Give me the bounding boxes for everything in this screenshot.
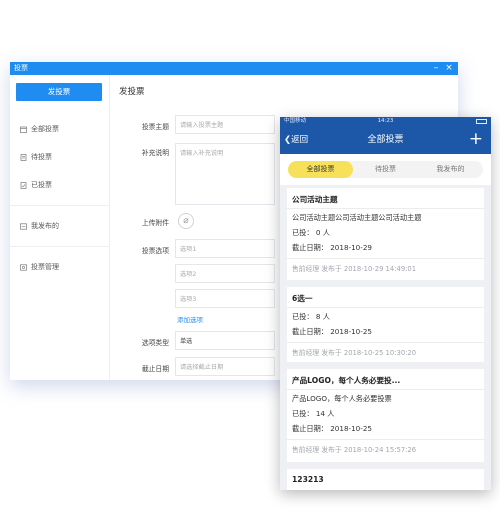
sidebar-item-label: 待投票: [31, 153, 52, 161]
page-title: 全部投票: [367, 135, 404, 145]
sidebar: 发投票 全部投票 待投票 已投票 我发布的 投票管理: [10, 75, 110, 380]
option-type-label: 选项类型: [141, 339, 169, 347]
tab-pending[interactable]: 待投票: [353, 161, 418, 178]
sidebar-item-voted[interactable]: 已投票: [10, 171, 109, 199]
sidebar-item-label: 已投票: [31, 181, 52, 189]
vote-description: 公司活动主题公司活动主题公司活动主题: [292, 213, 422, 222]
vote-title: 123213: [292, 475, 324, 484]
vote-card[interactable]: 产品LOGO，每个人务必要投... 产品LOGO，每个人务必要投票 已投： 14…: [287, 369, 484, 462]
check-doc-icon: [20, 181, 27, 189]
sidebar-item-label: 全部投票: [31, 125, 59, 133]
add-option-link[interactable]: 添加选项: [177, 314, 203, 324]
nav-bar: ❮返回 全部投票 +: [280, 126, 491, 154]
tab-bar: 全部投票 待投票 我发布的: [280, 154, 491, 185]
deadline: 截止日期： 2018-10-29: [292, 243, 372, 252]
option-input-1[interactable]: 选项1: [175, 239, 275, 258]
add-vote-icon[interactable]: +: [469, 126, 483, 152]
sidebar-item-label: 我发布的: [31, 222, 59, 230]
subject-input[interactable]: 请输入投票主题: [175, 115, 275, 134]
divider: [287, 439, 484, 440]
sidebar-item-my-published[interactable]: 我发布的: [10, 212, 109, 240]
divider: [287, 389, 484, 390]
vote-card[interactable]: 123213: [287, 469, 484, 490]
options-label: 投票选项: [141, 247, 169, 255]
publish-info: 售前经理 发布于 2018-10-29 14:49:01: [292, 265, 417, 273]
vote-title: 6选一: [292, 294, 313, 303]
voted-count: 已投： 14 人: [292, 409, 335, 418]
minimize-icon[interactable]: –: [430, 62, 442, 75]
vote-description: 产品LOGO，每个人务必要投票: [292, 394, 392, 403]
divider: [287, 258, 484, 259]
deadline: 截止日期： 2018-10-25: [292, 424, 372, 433]
close-icon[interactable]: ×: [443, 62, 455, 75]
battery-icon: [476, 119, 487, 124]
vote-title: 公司活动主题: [292, 195, 338, 204]
divider: [287, 307, 484, 308]
description-label: 补充说明: [141, 149, 169, 157]
divider: [10, 246, 109, 247]
subject-label: 投票主题: [141, 123, 169, 131]
deadline-label: 截止日期: [141, 365, 169, 373]
attachment-label: 上传附件: [141, 219, 169, 227]
publish-info: 售前经理 发布于 2018-10-25 10:30:20: [292, 349, 417, 357]
vote-card[interactable]: 公司活动主题 公司活动主题公司活动主题公司活动主题 已投： 0 人 截止日期： …: [287, 188, 484, 280]
settings-icon: [20, 263, 27, 271]
divider: [287, 208, 484, 209]
page-title: 发投票: [119, 87, 145, 97]
sidebar-item-label: 投票管理: [31, 263, 59, 271]
option-input-3[interactable]: 选项3: [175, 289, 275, 308]
divider: [10, 205, 109, 206]
vote-card[interactable]: 6选一 已投： 8 人 截止日期： 2018-10-25 售前经理 发布于 20…: [287, 287, 484, 362]
deadline-input[interactable]: 请选择截止日期: [175, 357, 275, 376]
list-icon: [20, 222, 27, 230]
calendar-icon: [20, 126, 27, 133]
option-type-select[interactable]: 单选: [175, 331, 275, 350]
voted-count: 已投： 0 人: [292, 228, 330, 237]
divider: [287, 342, 484, 343]
status-bar: 中国移动 14:23: [280, 117, 491, 126]
sidebar-item-pending[interactable]: 待投票: [10, 143, 109, 171]
tab-all-votes[interactable]: 全部投票: [288, 161, 353, 178]
window-title: 投票: [14, 64, 28, 72]
mobile-app: 中国移动 14:23 ❮返回 全部投票 + 全部投票 待投票 我发布的 公司活动…: [280, 117, 491, 490]
doc-icon: [20, 153, 27, 161]
deadline: 截止日期： 2018-10-25: [292, 327, 372, 336]
window-titlebar: 投票 – ×: [10, 62, 458, 75]
attachment-clip-icon[interactable]: ⌀: [178, 213, 194, 229]
description-textarea[interactable]: 请输入补充说明: [175, 143, 275, 205]
clock: 14:23: [377, 118, 394, 124]
new-vote-button[interactable]: 发投票: [16, 83, 102, 101]
sidebar-item-all-votes[interactable]: 全部投票: [10, 115, 109, 143]
tab-my-published[interactable]: 我发布的: [418, 161, 483, 178]
vote-title: 产品LOGO，每个人务必要投...: [292, 376, 401, 385]
publish-info: 售前经理 发布于 2018-10-24 15:57:26: [292, 446, 417, 454]
voted-count: 已投： 8 人: [292, 312, 330, 321]
sidebar-item-vote-management[interactable]: 投票管理: [10, 253, 109, 281]
option-input-2[interactable]: 选项2: [175, 264, 275, 283]
